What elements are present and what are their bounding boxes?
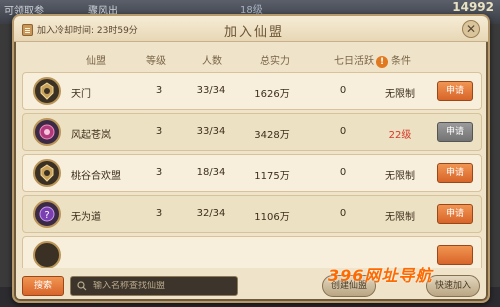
gold-crest-icon: [33, 77, 61, 105]
apply-button[interactable]: 申请: [437, 81, 473, 101]
alliance-members: 18/34: [196, 167, 226, 178]
alliance-level: 3: [155, 85, 163, 96]
alliance-activity: 0: [339, 85, 347, 96]
alliance-condition: 无限制: [385, 89, 415, 100]
alliance-activity: 0: [339, 126, 347, 137]
search-button[interactable]: 搜索: [22, 276, 64, 296]
table-row: ? 无为道 3 32/34 1106万 0 无限制 申请: [22, 195, 482, 233]
purple-orb-icon: ?: [33, 200, 61, 228]
alliance-level: 3: [155, 167, 163, 178]
alliance-name: 天门: [71, 89, 91, 100]
alliance-name: 桃谷合欢盟: [71, 171, 121, 182]
alliance-list[interactable]: 天门 3 33/34 1626万 0 无限制 申请 风起苍岚 3 33/34 3…: [22, 72, 482, 268]
apply-button[interactable]: 申请: [437, 204, 473, 224]
close-button[interactable]: ✕: [462, 20, 480, 38]
apply-button-disabled[interactable]: 申请: [437, 122, 473, 142]
search-input[interactable]: [93, 281, 233, 291]
table-row: 风起苍岚 3 33/34 3428万 0 22级 申请: [22, 113, 482, 151]
alliance-activity: 0: [339, 167, 347, 178]
col-condition: 条件: [391, 56, 411, 67]
cooldown-info: 加入冷却时间: 23时59分: [22, 23, 138, 36]
alliance-power: 3428万: [254, 130, 290, 141]
alliance-condition: 无限制: [385, 171, 415, 182]
alliance-name: 风起苍岚: [71, 130, 111, 141]
col-activity-label: 七日活跃: [334, 56, 374, 67]
alliance-activity: 0: [339, 208, 347, 219]
panel-title-bar: 加入冷却时间: 23时59分 加入仙盟 ✕: [14, 16, 488, 42]
cooldown-label: 加入冷却时间: 23时59分: [37, 26, 138, 36]
gold-crest-icon: [33, 159, 61, 187]
watermark: 396网址导航: [328, 266, 433, 285]
gold-crest-icon: [33, 241, 61, 268]
alliance-members: 32/34: [196, 208, 226, 219]
alliance-power: 1175万: [254, 171, 290, 182]
alliance-condition: 22级: [388, 130, 412, 141]
page-title: 加入仙盟: [223, 25, 284, 40]
document-icon: [22, 23, 33, 36]
alliance-condition: 无限制: [385, 212, 415, 223]
col-level: 等级: [146, 56, 166, 67]
alliance-level: 3: [155, 208, 163, 219]
table-row: 桃谷合欢盟 3 18/34 1175万 0 无限制 申请: [22, 154, 482, 192]
alliance-power: 1106万: [254, 212, 290, 223]
alliance-members: 33/34: [196, 85, 226, 96]
search-icon: [77, 281, 87, 291]
gold-count: 14992: [452, 0, 494, 14]
svg-text:?: ?: [44, 210, 49, 221]
apply-button[interactable]: [437, 245, 473, 265]
alliance-name: 无为道: [71, 212, 101, 223]
pink-lotus-icon: [33, 118, 61, 146]
col-name: 仙盟: [86, 56, 106, 67]
alliance-level: 3: [155, 126, 163, 137]
col-power: 总实力: [260, 56, 290, 67]
alliance-members: 33/34: [196, 126, 226, 137]
table-header: 仙盟 等级 人数 总实力 七日活跃! 条件: [24, 48, 480, 70]
col-members: 人数: [202, 56, 222, 67]
alliance-power: 1626万: [254, 89, 290, 100]
apply-button[interactable]: 申请: [437, 163, 473, 183]
join-alliance-panel: 加入冷却时间: 23时59分 加入仙盟 ✕ 仙盟 等级 人数 总实力 七日活跃!…: [12, 14, 490, 303]
quick-join-button[interactable]: 快速加入: [426, 275, 480, 297]
table-row: 天门 3 33/34 1626万 0 无限制 申请: [22, 72, 482, 110]
search-field[interactable]: [70, 276, 238, 296]
